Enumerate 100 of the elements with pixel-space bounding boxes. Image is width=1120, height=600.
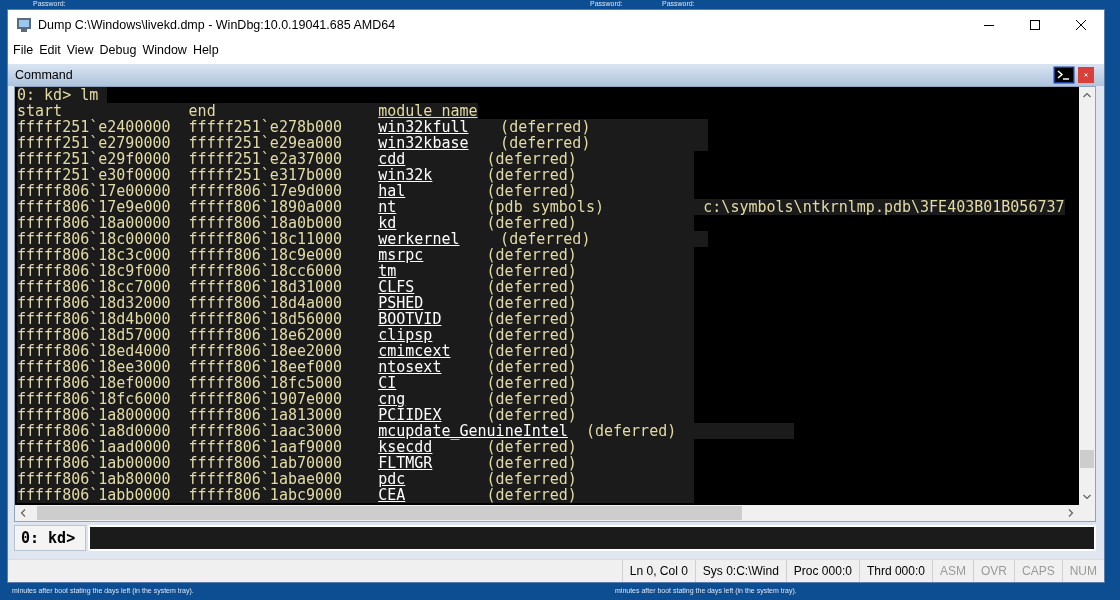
command-input[interactable] bbox=[88, 525, 1096, 551]
start-address: fffff806`17e9e000 bbox=[17, 199, 172, 215]
module-link[interactable]: mcupdate_GenuineIntel bbox=[378, 423, 568, 439]
module-link[interactable]: PCIIDEX bbox=[378, 407, 483, 423]
module-status: (deferred) bbox=[486, 279, 577, 295]
end-address: fffff806`18d56000 bbox=[188, 311, 344, 327]
start-address: fffff251`e29f0000 bbox=[17, 151, 172, 167]
start-address: fffff806`18d32000 bbox=[17, 295, 172, 311]
module-link[interactable]: win32kfull bbox=[378, 119, 483, 135]
app-icon bbox=[16, 17, 32, 33]
end-address: fffff806`18e62000 bbox=[188, 327, 344, 343]
module-link[interactable]: clipsp bbox=[378, 327, 483, 343]
module-status: (deferred) bbox=[486, 391, 577, 407]
end-address: fffff251`e317b000 bbox=[188, 167, 344, 183]
end-address: fffff806`1ab70000 bbox=[188, 455, 344, 471]
end-address: fffff806`1890a000 bbox=[188, 199, 344, 215]
end-address: fffff806`18c9e000 bbox=[188, 247, 344, 263]
status-field: Ln 0, Col 0 bbox=[621, 560, 695, 582]
end-address: fffff806`17e9d000 bbox=[188, 183, 344, 199]
menu-item[interactable]: Window bbox=[139, 43, 190, 57]
start-address: fffff806`18fc6000 bbox=[17, 391, 172, 407]
end-address: fffff806`1aac3000 bbox=[188, 423, 344, 439]
end-address: fffff806`18eef000 bbox=[188, 359, 344, 375]
module-link[interactable]: cmimcext bbox=[378, 343, 483, 359]
end-address: fffff806`18c11000 bbox=[188, 231, 344, 247]
status-field: Thrd 000:0 bbox=[858, 560, 932, 582]
module-link[interactable]: msrpc bbox=[378, 247, 483, 263]
start-address: fffff806`18c00000 bbox=[17, 231, 172, 247]
module-status: (deferred) bbox=[486, 471, 577, 487]
module-status: (deferred) bbox=[486, 183, 577, 199]
module-status: (deferred) bbox=[486, 407, 577, 423]
start-address: fffff806`1a8d0000 bbox=[17, 423, 172, 439]
command-prompt: 0: kd> lm bbox=[17, 87, 99, 103]
start-address: fffff806`18ed4000 bbox=[17, 343, 172, 359]
module-link[interactable]: win32k bbox=[378, 167, 483, 183]
start-address: fffff806`1abb0000 bbox=[17, 487, 172, 503]
module-link[interactable]: tm bbox=[378, 263, 483, 279]
start-address: fffff806`17e00000 bbox=[17, 183, 172, 199]
module-link[interactable]: ksecdd bbox=[378, 439, 483, 455]
status-field: Sys 0:C:\Wind bbox=[694, 560, 786, 582]
start-address: fffff251`e2790000 bbox=[17, 135, 172, 151]
status-field: Proc 000:0 bbox=[785, 560, 859, 582]
module-status: (deferred) bbox=[486, 327, 577, 343]
end-address: fffff806`18fc5000 bbox=[188, 375, 344, 391]
vertical-scrollbar[interactable] bbox=[1079, 87, 1095, 505]
module-link[interactable]: hal bbox=[378, 183, 483, 199]
module-link[interactable]: win32kbase bbox=[378, 135, 483, 151]
module-link[interactable]: pdc bbox=[378, 471, 483, 487]
menu-item[interactable]: View bbox=[63, 43, 97, 57]
module-status: (deferred) bbox=[486, 263, 577, 279]
module-status: (deferred) bbox=[585, 423, 677, 439]
start-address: fffff806`18c9f000 bbox=[17, 263, 172, 279]
end-address: fffff806`18a0b000 bbox=[188, 215, 344, 231]
close-icon[interactable] bbox=[1078, 67, 1094, 83]
start-address: fffff806`1aad0000 bbox=[17, 439, 172, 455]
module-link[interactable]: werkernel bbox=[378, 231, 483, 247]
scroll-thumb[interactable] bbox=[1080, 450, 1094, 468]
end-address: fffff806`1abc9000 bbox=[188, 487, 344, 503]
end-address: fffff806`1a813000 bbox=[188, 407, 344, 423]
scroll-thumb[interactable] bbox=[37, 506, 742, 520]
module-link[interactable]: cdd bbox=[378, 151, 483, 167]
module-status: (deferred) bbox=[486, 439, 577, 455]
module-link[interactable]: FLTMGR bbox=[378, 455, 483, 471]
module-status: (deferred) bbox=[486, 487, 577, 503]
start-address: fffff806`18ee3000 bbox=[17, 359, 172, 375]
end-address: fffff806`18ee2000 bbox=[188, 343, 344, 359]
module-link[interactable]: cng bbox=[378, 391, 483, 407]
status-indicator: NUM bbox=[1061, 560, 1104, 582]
menu-item[interactable]: Debug bbox=[96, 43, 140, 57]
start-address: fffff806`1ab80000 bbox=[17, 471, 172, 487]
module-status: (deferred) bbox=[500, 231, 591, 247]
start-address: fffff806`18a00000 bbox=[17, 215, 172, 231]
menu-item[interactable]: Edit bbox=[36, 43, 64, 57]
module-link[interactable]: ntosext bbox=[378, 359, 483, 375]
end-address: fffff806`1aaf9000 bbox=[188, 439, 344, 455]
module-link[interactable]: CI bbox=[378, 375, 483, 391]
window-title: Dump C:\Windows\livekd.dmp - WinDbg:10.0.19041.685 AMD64 bbox=[38, 18, 397, 32]
menu-item[interactable]: File bbox=[10, 43, 37, 57]
status-indicator: ASM bbox=[931, 560, 973, 582]
column-header: end bbox=[188, 103, 216, 119]
terminal-icon[interactable] bbox=[1053, 66, 1075, 84]
end-address: fffff806`1abae000 bbox=[188, 471, 344, 487]
column-header: start bbox=[17, 103, 63, 119]
start-address: fffff806`18d57000 bbox=[17, 327, 172, 343]
module-link[interactable]: CEA bbox=[378, 487, 483, 503]
panel-title: Command bbox=[15, 68, 73, 82]
module-link[interactable]: kd bbox=[378, 215, 483, 231]
module-link[interactable]: BOOTVID bbox=[378, 311, 483, 327]
module-link[interactable]: PSHED bbox=[378, 295, 483, 311]
module-status: (deferred) bbox=[500, 119, 591, 135]
module-status: (deferred) bbox=[486, 359, 577, 375]
module-status: (deferred) bbox=[486, 167, 577, 183]
module-status: (deferred) bbox=[486, 215, 577, 231]
menu-item[interactable]: Help bbox=[189, 43, 222, 57]
start-address: fffff251`e30f0000 bbox=[17, 167, 172, 183]
horizontal-scrollbar[interactable] bbox=[15, 505, 1079, 521]
module-status: (deferred) bbox=[486, 247, 577, 263]
module-link[interactable]: nt bbox=[378, 199, 483, 215]
end-address: fffff806`18d31000 bbox=[188, 279, 344, 295]
module-link[interactable]: CLFS bbox=[378, 279, 483, 295]
